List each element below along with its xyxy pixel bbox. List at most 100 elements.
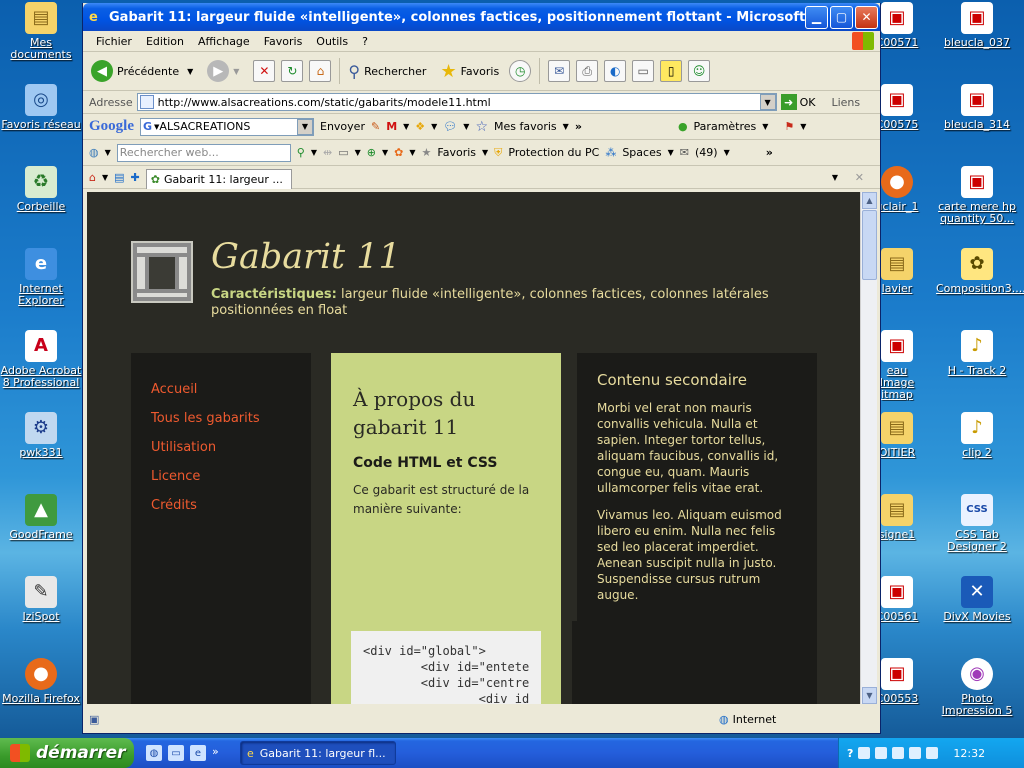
bookmark-colors-icon[interactable]: ❖ — [415, 120, 425, 133]
chevron-down-icon[interactable]: ▼ — [762, 122, 768, 131]
star-icon[interactable]: ★ — [422, 146, 432, 159]
maximize-button[interactable]: ▢ — [830, 5, 853, 29]
desktop-icon-photo-impression[interactable]: ◉ Photo Impression 5 — [936, 658, 1018, 717]
close-tab-icon[interactable]: ✕ — [855, 171, 864, 184]
tab-list-icon[interactable]: ▤ — [114, 171, 124, 184]
quick-tabs-icon[interactable]: ⌂ — [89, 171, 96, 184]
desktop-icon-izispot[interactable]: ✎ IziSpot — [0, 576, 82, 623]
scrollbar-thumb[interactable] — [862, 210, 877, 280]
chevron-down-icon[interactable]: ▼ — [668, 148, 674, 157]
msn-icon[interactable]: ✿ — [394, 146, 403, 159]
links-button[interactable]: Liens — [831, 96, 860, 109]
desktop-icon-acrobat[interactable]: A Adobe Acrobat 8 Professional — [0, 330, 82, 389]
nav-link-accueil[interactable]: Accueil — [151, 375, 311, 404]
more-icon[interactable]: » — [575, 120, 582, 133]
desktop-icon-pwk331[interactable]: ⚙ pwk331 — [0, 412, 82, 459]
update-tray-icon[interactable] — [926, 747, 939, 759]
menu-affichage[interactable]: Affichage — [191, 35, 257, 48]
messenger-tray-icon[interactable] — [909, 747, 922, 759]
mail-count[interactable]: (49) — [695, 146, 718, 159]
chevron-down-icon[interactable]: ▼ — [759, 94, 776, 110]
menu-edition[interactable]: Edition — [139, 35, 191, 48]
gmail-icon[interactable]: M — [386, 120, 397, 133]
desktop-icon-corbeille[interactable]: ♻ Corbeille — [0, 166, 82, 213]
address-input[interactable]: http://www.alsacreations.com/static/gaba… — [136, 93, 777, 111]
translate-icon[interactable]: ⚑ — [784, 120, 794, 133]
minimize-button[interactable]: ▁ — [805, 5, 828, 29]
ie-quicklaunch-icon[interactable]: e — [190, 745, 206, 761]
live-logo-icon[interactable]: ◍ — [89, 146, 99, 159]
vertical-scrollbar[interactable]: ▲ ▼ — [860, 192, 877, 704]
more-icon[interactable]: » — [766, 146, 773, 159]
mail-button[interactable]: ✉ — [548, 60, 571, 82]
antivirus-tray-icon[interactable] — [892, 747, 905, 759]
settings-icon[interactable]: ● — [678, 120, 688, 133]
refresh-button[interactable]: ↻ — [281, 60, 304, 82]
scroll-down-icon[interactable]: ▼ — [862, 687, 877, 704]
menu-help[interactable]: ? — [355, 35, 375, 48]
nav-link-licence[interactable]: Licence — [151, 462, 311, 491]
desktop-icon-h-track-2[interactable]: ♪ H - Track 2 — [936, 330, 1018, 377]
highlight-icon[interactable]: ⇹ — [323, 146, 332, 159]
my-bookmarks-button[interactable]: Mes favoris — [494, 120, 557, 133]
desktop-icon-carte-mere[interactable]: ▣ carte mere hp quantity 50... — [936, 166, 1018, 225]
desktop-icon-goodframe[interactable]: ▲ GoodFrame — [0, 494, 82, 541]
help-icon[interactable]: ? — [847, 747, 853, 760]
add-icon[interactable]: ⊕ — [367, 146, 376, 159]
desktop-icon-composition3[interactable]: ✿ Composition3.... — [936, 248, 1024, 295]
browser-quicklaunch-icon[interactable]: ◍ — [146, 745, 162, 761]
edit-button[interactable]: ▭ — [632, 60, 655, 82]
more-icon[interactable]: » — [212, 745, 219, 761]
chevron-down-icon[interactable]: ▼ — [724, 148, 730, 157]
messenger-button[interactable]: ◐ — [604, 60, 627, 82]
chevron-down-icon[interactable]: ▼ — [311, 148, 317, 157]
chevron-down-icon[interactable]: ▼ — [102, 173, 108, 182]
pc-protection-button[interactable]: Protection du PC — [508, 146, 599, 159]
print-button[interactable]: ⎙ — [576, 60, 599, 82]
chevron-down-icon[interactable]: ▼ — [463, 122, 469, 131]
chevron-down-icon[interactable]: ▼ — [355, 148, 361, 157]
menu-favoris[interactable]: Favoris — [257, 35, 310, 48]
spaces-button[interactable]: Spaces — [622, 146, 661, 159]
google-send-button[interactable]: Envoyer — [320, 120, 365, 133]
desktop-icon-internet-explorer[interactable]: e Internet Explorer — [0, 248, 82, 307]
chevron-down-icon[interactable]: ▼ — [482, 148, 488, 157]
google-settings-button[interactable]: Paramètres — [694, 120, 757, 133]
desktop-icon-firefox[interactable]: ● Mozilla Firefox — [0, 658, 82, 705]
new-tab-icon[interactable]: ✚ — [131, 171, 140, 184]
clock[interactable]: 12:32 — [953, 747, 985, 760]
chevron-down-icon[interactable]: ▼ — [431, 122, 437, 131]
form-icon[interactable]: ▭ — [338, 146, 348, 159]
shield-icon[interactable]: ⛨ — [494, 146, 502, 160]
volume-tray-icon[interactable] — [875, 747, 888, 759]
chevron-down-icon[interactable]: ▼ — [409, 148, 415, 157]
google-search-input[interactable]: G ▼ ALSACREATIONS ▼ — [140, 117, 314, 136]
live-favorites-button[interactable]: Favoris — [437, 146, 476, 159]
title-bar[interactable]: e Gabarit 11: largeur fluide «intelligen… — [83, 3, 880, 31]
stop-button[interactable]: ✕ — [253, 60, 276, 82]
chevron-down-icon[interactable]: ▼ — [382, 148, 388, 157]
search-button[interactable]: ⚲ Rechercher — [348, 62, 426, 81]
desktop-icon-css-tab-designer[interactable]: CSS CSS Tab Designer 2 — [936, 494, 1018, 553]
desktop-icon-bleucla-037[interactable]: ▣ bleucla_037 — [936, 2, 1018, 49]
go-button[interactable]: ➜ OK — [780, 94, 815, 110]
desktop-icon-mes-documents[interactable]: ▤ Mes documents — [0, 2, 82, 61]
desktop-icon-clip-2[interactable]: ♪ clip 2 — [936, 412, 1018, 459]
news-icon[interactable]: ✎ — [371, 120, 380, 133]
close-button[interactable]: ✕ — [855, 5, 878, 29]
chevron-down-icon[interactable]: ▼ — [563, 122, 569, 131]
chevron-down-icon[interactable]: ▼ — [832, 173, 838, 182]
history-button[interactable]: ◷ — [509, 60, 532, 82]
forward-button[interactable]: ▶ ▼ — [199, 60, 239, 82]
mail-icon[interactable]: ✉ — [680, 146, 689, 159]
nav-link-credits[interactable]: Crédits — [151, 491, 311, 520]
favorites-button[interactable]: ★ Favoris — [440, 61, 499, 82]
notes-button[interactable]: ▯ — [660, 60, 683, 82]
chevron-down-icon[interactable]: ▼ — [800, 122, 806, 131]
chevron-down-icon[interactable]: ▼ — [105, 148, 111, 157]
menu-fichier[interactable]: Fichier — [89, 35, 139, 48]
network-tray-icon[interactable] — [858, 747, 871, 759]
back-button[interactable]: ◀ Précédente ▼ — [91, 60, 193, 82]
home-button[interactable]: ⌂ — [309, 60, 332, 82]
search-icon[interactable]: ⚲ — [297, 146, 305, 159]
